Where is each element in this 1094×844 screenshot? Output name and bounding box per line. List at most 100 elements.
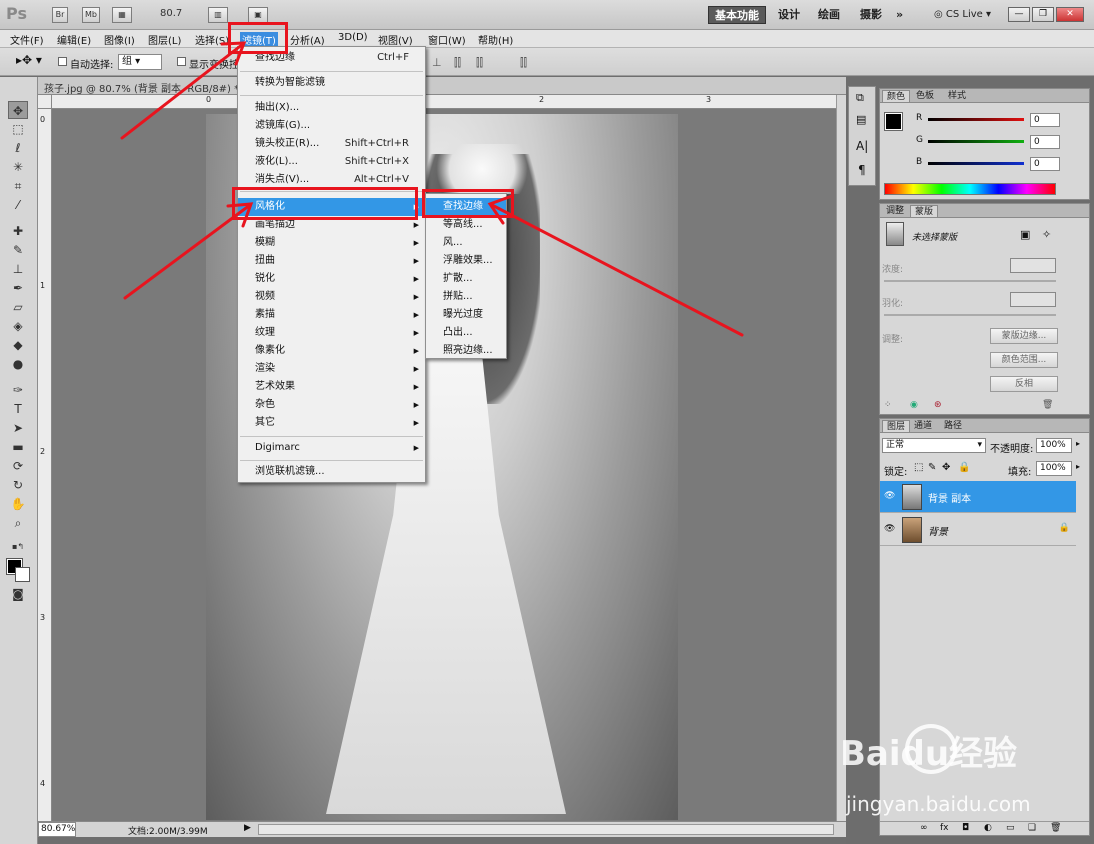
3d-orbit-tool-icon[interactable]: ↻ (8, 476, 28, 494)
menu-item-other[interactable]: 其它 ▶ (238, 414, 425, 432)
menu-item-noise[interactable]: 杂色 ▶ (238, 396, 425, 414)
paint-bucket-tool-icon[interactable]: ◈ (8, 317, 28, 335)
distribute-icon[interactable]: ⫿⫿ (454, 56, 461, 70)
blue-slider[interactable] (928, 162, 1024, 165)
document-tab[interactable]: 孩子.jpg @ 80.7% (背景 副本, RGB/8#) * (38, 77, 846, 95)
auto-select-dropdown[interactable]: 组 ▾ (118, 54, 162, 70)
show-transform-checkbox[interactable] (177, 57, 186, 66)
menu-item-render[interactable]: 渲染 ▶ (238, 360, 425, 378)
tab-color[interactable]: 颜色 (882, 90, 911, 102)
pixel-mask-icon[interactable]: ▣ (1020, 228, 1030, 241)
menu-item-digimarc[interactable]: Digimarc ▶ (238, 439, 425, 457)
3d-rotate-tool-icon[interactable]: ⟳ (8, 457, 28, 475)
apply-mask-icon[interactable]: ⊛ (934, 400, 942, 410)
hand-tool-icon[interactable]: ✋ (8, 495, 28, 513)
fill-input[interactable]: 100% (1036, 461, 1072, 476)
menu-item-extract[interactable]: 抽出(X)... (238, 99, 425, 117)
menu-item-sketch[interactable]: 素描 ▶ (238, 306, 425, 324)
lock-position-icon[interactable]: ✥ (942, 462, 950, 473)
lock-transparent-icon[interactable]: ⬚ (914, 462, 923, 473)
menu-item-distort[interactable]: 扭曲 ▶ (238, 252, 425, 270)
add-mask-icon[interactable]: ◘ (962, 823, 969, 833)
move-tool-icon[interactable]: ✥ (8, 101, 28, 119)
menu-item-artistic[interactable]: 艺术效果 ▶ (238, 378, 425, 396)
horizontal-ruler[interactable]: 0 1 2 3 (52, 95, 836, 109)
screen-mode-button[interactable]: ▣ (248, 7, 268, 23)
menu-window[interactable]: 窗口(W) (428, 32, 466, 47)
lock-all-icon[interactable]: 🔒 (958, 462, 970, 473)
view-extras-button[interactable]: ▦ (112, 7, 132, 23)
submenu-item-diffuse[interactable]: 扩散... (426, 270, 506, 288)
menu-3d[interactable]: 3D(D) (338, 32, 368, 43)
submenu-item-extrude[interactable]: 凸出... (426, 324, 506, 342)
menu-file[interactable]: 文件(F) (10, 32, 44, 47)
magic-wand-tool-icon[interactable]: ✳ (8, 158, 28, 176)
menu-image[interactable]: 图像(I) (104, 32, 135, 47)
link-layers-icon[interactable]: ∞ (920, 823, 928, 833)
bridge-button[interactable]: Br (52, 7, 68, 23)
cs-live-button[interactable]: ◎ CS Live ▾ (934, 6, 991, 24)
workspace-essentials[interactable]: 基本功能 (708, 6, 766, 24)
menu-item-blur[interactable]: 模糊 ▶ (238, 234, 425, 252)
arrange-documents-button[interactable]: ▥ (208, 7, 228, 23)
character-panel-icon[interactable]: A| (856, 139, 868, 153)
menu-help[interactable]: 帮助(H) (478, 32, 513, 47)
clone-stamp-tool-icon[interactable]: ⊥ (8, 260, 28, 278)
delete-layer-icon[interactable]: 🗑 (1050, 823, 1061, 833)
path-selection-tool-icon[interactable]: ➤ (8, 419, 28, 437)
distribute-icon[interactable]: ⫿⫿ (476, 56, 483, 70)
menu-item-liquify[interactable]: 液化(L)... Shift+Ctrl+X (238, 153, 425, 171)
tab-swatches[interactable]: 色板 (912, 90, 938, 102)
vector-mask-icon[interactable]: ✧ (1042, 228, 1051, 241)
mask-edge-button[interactable]: 蒙版边缘... (990, 328, 1058, 344)
green-value-input[interactable]: 0 (1030, 135, 1060, 149)
swap-colors-icon[interactable]: ▪↰ (8, 538, 28, 556)
menu-item-lens-correction[interactable]: 镜头校正(R)... Shift+Ctrl+R (238, 135, 425, 153)
tab-channels[interactable]: 通道 (910, 420, 936, 432)
submenu-item-glowing-edges[interactable]: 照亮边缘... (426, 342, 506, 360)
submenu-item-trace-contour[interactable]: 等高线... (426, 216, 506, 234)
blend-mode-dropdown[interactable]: 正常 ▾ (882, 438, 986, 453)
tab-adjustments[interactable]: 调整 (882, 205, 908, 217)
align-icon[interactable]: ⊥ (432, 56, 442, 69)
menu-select[interactable]: 选择(S) (195, 32, 229, 47)
actions-panel-icon[interactable]: ▤ (856, 113, 866, 126)
green-slider[interactable] (928, 140, 1024, 143)
feather-slider[interactable] (884, 314, 1056, 316)
menu-edit[interactable]: 编辑(E) (57, 32, 91, 47)
history-panel-icon[interactable]: ⧉ (856, 91, 864, 105)
auto-align-icon[interactable]: ⫿⫿ (520, 56, 527, 70)
menu-item-browse-filters-online[interactable]: 浏览联机滤镜... (238, 463, 425, 481)
workspace-photography[interactable]: 摄影 (860, 6, 882, 24)
menu-item-texture[interactable]: 纹理 ▶ (238, 324, 425, 342)
invert-button[interactable]: 反相 (990, 376, 1058, 392)
vertical-scrollbar[interactable] (836, 95, 846, 821)
menu-layer[interactable]: 图层(L) (148, 32, 181, 47)
visibility-icon[interactable]: ◉ (910, 400, 918, 410)
tab-paths[interactable]: 路径 (940, 420, 966, 432)
marquee-tool-icon[interactable]: ⬚ (8, 120, 28, 138)
opacity-slider-arrow-icon[interactable]: ▸ (1076, 439, 1080, 448)
menu-item-pixelate[interactable]: 像素化 ▶ (238, 342, 425, 360)
color-range-button[interactable]: 颜色范围... (990, 352, 1058, 368)
menu-view[interactable]: 视图(V) (378, 32, 413, 47)
eye-icon[interactable]: 👁 (884, 524, 895, 534)
brush-tool-icon[interactable]: ✎ (8, 241, 28, 259)
eyedropper-tool-icon[interactable]: ⁄ (8, 196, 28, 214)
vertical-ruler[interactable]: 0 1 2 3 4 (38, 109, 52, 821)
feather-input[interactable] (1010, 292, 1056, 307)
blur-tool-icon[interactable]: ◆ (8, 336, 28, 354)
crop-tool-icon[interactable]: ⌗ (8, 177, 28, 195)
auto-select-checkbox[interactable] (58, 57, 67, 66)
eye-icon[interactable]: 👁 (884, 491, 895, 501)
restore-button[interactable]: ❐ (1032, 7, 1054, 22)
document-info[interactable]: 文档:2.00M/3.99M (128, 824, 208, 837)
fill-slider-arrow-icon[interactable]: ▸ (1076, 462, 1080, 471)
horizontal-scrollbar[interactable] (258, 824, 834, 835)
tab-masks[interactable]: 蒙版 (910, 205, 939, 217)
color-spectrum-bar[interactable] (884, 183, 1056, 195)
load-selection-icon[interactable]: ⁘ (884, 400, 892, 410)
lock-image-icon[interactable]: ✎ (928, 462, 936, 473)
submenu-item-tiles[interactable]: 拼贴... (426, 288, 506, 306)
paragraph-panel-icon[interactable]: ¶ (858, 163, 866, 177)
